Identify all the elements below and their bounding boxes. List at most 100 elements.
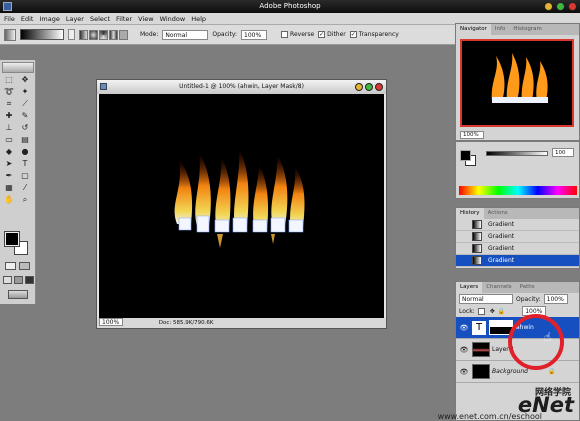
healing-brush-tool-icon[interactable]: ✚ bbox=[3, 111, 15, 120]
hand-tool-icon[interactable]: ✋ bbox=[3, 195, 15, 204]
menu-filter[interactable]: Filter bbox=[116, 15, 132, 23]
brush-tool-icon[interactable]: ✎ bbox=[19, 111, 31, 120]
color-value-field[interactable]: 100 bbox=[552, 148, 574, 157]
path-selection-tool-icon[interactable]: ➤ bbox=[3, 159, 15, 168]
menu-file[interactable]: File bbox=[4, 15, 15, 23]
history-item-selected[interactable]: Gradient bbox=[456, 255, 579, 267]
navigator-zoom-field[interactable]: 100% bbox=[460, 131, 484, 139]
color-spectrum-ramp[interactable] bbox=[459, 186, 577, 195]
document-canvas[interactable] bbox=[99, 94, 384, 319]
screen-mode-icon[interactable] bbox=[3, 276, 12, 284]
gradient-history-icon bbox=[472, 220, 482, 229]
document-titlebar[interactable]: Untitled-1 @ 100% (ahwin, Layer Mask/8) bbox=[97, 80, 386, 94]
layer-blend-mode-select[interactable]: Normal bbox=[459, 294, 513, 304]
toolbox: ⬚ ✥ ➰ ✦ ⌗ ⟋ ✚ ✎ ⊥ ↺ ▭ ▤ ◆ ● ➤ T ✒ ▢ ▦ ⁄ … bbox=[0, 60, 36, 304]
opacity-field[interactable]: 100% bbox=[241, 29, 268, 40]
blur-tool-icon[interactable]: ◆ bbox=[3, 147, 15, 156]
fire-text-artwork bbox=[174, 148, 305, 248]
move-tool-icon[interactable]: ✥ bbox=[19, 75, 31, 84]
notes-tool-icon[interactable]: ▦ bbox=[3, 183, 15, 192]
gradient-tool-button-icon[interactable]: ▤ bbox=[19, 135, 31, 144]
history-item-label: Gradient bbox=[488, 245, 515, 252]
reverse-checkbox[interactable] bbox=[281, 31, 289, 38]
dither-checkbox[interactable]: ✓ bbox=[318, 31, 326, 38]
history-item[interactable]: Gradient bbox=[456, 219, 579, 231]
menu-select[interactable]: Select bbox=[90, 15, 110, 23]
doc-minimize-button[interactable] bbox=[355, 83, 363, 91]
minimize-button[interactable] bbox=[544, 2, 553, 11]
marquee-tool-icon[interactable]: ⬚ bbox=[3, 75, 15, 84]
angle-gradient-icon[interactable] bbox=[99, 29, 108, 40]
eyedropper-tool-icon[interactable]: ⁄ bbox=[19, 183, 31, 192]
visibility-eye-icon[interactable]: 👁 bbox=[459, 323, 469, 333]
color-slider-track[interactable] bbox=[486, 151, 548, 156]
diamond-gradient-icon[interactable] bbox=[119, 29, 128, 40]
quick-mask-mode-icon[interactable] bbox=[19, 262, 30, 270]
layer-opacity-field[interactable]: 100% bbox=[543, 294, 568, 304]
full-screen-black-icon[interactable] bbox=[25, 276, 34, 284]
history-item[interactable]: Gradient bbox=[456, 243, 579, 255]
visibility-eye-icon[interactable]: 👁 bbox=[459, 345, 469, 355]
menu-window[interactable]: Window bbox=[160, 15, 186, 23]
app-title: Adobe Photoshop bbox=[259, 2, 321, 10]
doc-maximize-button[interactable] bbox=[365, 83, 373, 91]
lock-transparency-checkbox[interactable] bbox=[477, 307, 485, 315]
magic-wand-tool-icon[interactable]: ✦ bbox=[19, 87, 31, 96]
menu-layer[interactable]: Layer bbox=[66, 15, 84, 23]
zoom-tool-icon[interactable]: ⌕ bbox=[19, 195, 31, 204]
menu-help[interactable]: Help bbox=[191, 15, 206, 23]
layer-row-background[interactable]: 👁 Background 🔒 bbox=[456, 361, 579, 383]
eraser-tool-icon[interactable]: ▭ bbox=[3, 135, 15, 144]
tab-channels[interactable]: Channels bbox=[482, 282, 515, 293]
pen-tool-icon[interactable]: ✒ bbox=[3, 171, 15, 180]
navigator-tabs: Navigator Info Histogram bbox=[456, 24, 579, 35]
linear-gradient-icon[interactable] bbox=[79, 29, 88, 40]
reflected-gradient-icon[interactable] bbox=[109, 29, 118, 40]
navigator-thumbnail bbox=[491, 53, 548, 103]
doc-close-button[interactable] bbox=[375, 83, 383, 91]
lock-move-icon[interactable]: ✥ bbox=[490, 308, 495, 315]
tab-navigator[interactable]: Navigator bbox=[456, 24, 491, 35]
gradient-dropdown-arrow[interactable] bbox=[68, 29, 75, 40]
window-controls bbox=[544, 2, 577, 11]
lasso-tool-icon[interactable]: ➰ bbox=[3, 87, 15, 96]
menu-view[interactable]: View bbox=[138, 15, 153, 23]
color-foreground-swatch[interactable] bbox=[460, 150, 471, 161]
gradient-history-icon bbox=[472, 232, 482, 241]
visibility-eye-icon[interactable]: 👁 bbox=[459, 367, 469, 377]
history-brush-tool-icon[interactable]: ↺ bbox=[19, 123, 31, 132]
type-tool-icon[interactable]: T bbox=[19, 159, 31, 168]
jump-to-imageready-icon[interactable] bbox=[8, 290, 28, 299]
slice-tool-icon[interactable]: ⟋ bbox=[19, 99, 31, 108]
app-titlebar: Adobe Photoshop bbox=[0, 0, 580, 13]
menu-edit[interactable]: Edit bbox=[21, 15, 34, 23]
tab-layers[interactable]: Layers bbox=[456, 282, 483, 293]
close-button[interactable] bbox=[568, 2, 577, 11]
watermark-url: www.enet.com.cn/eschool bbox=[437, 412, 542, 421]
tab-info[interactable]: Info bbox=[491, 24, 509, 35]
dodge-tool-icon[interactable]: ● bbox=[19, 147, 31, 156]
mode-select[interactable]: Normal bbox=[162, 29, 209, 40]
quick-mask-icon[interactable] bbox=[5, 262, 16, 270]
navigator-preview[interactable] bbox=[460, 39, 574, 127]
tab-actions[interactable]: Actions bbox=[484, 208, 512, 219]
doc-info[interactable]: Doc: 585.9K/790.6K bbox=[159, 320, 214, 326]
gradient-picker[interactable] bbox=[20, 29, 64, 40]
full-screen-mode-icon[interactable] bbox=[14, 276, 23, 284]
tab-history[interactable]: History bbox=[456, 208, 484, 219]
transparency-checkbox[interactable]: ✓ bbox=[349, 31, 357, 38]
radial-gradient-icon[interactable] bbox=[89, 29, 98, 40]
history-item[interactable]: Gradient bbox=[456, 231, 579, 243]
maximize-button[interactable] bbox=[556, 2, 565, 11]
gradient-history-icon bbox=[472, 256, 482, 265]
shape-tool-icon[interactable]: ▢ bbox=[19, 171, 31, 180]
zoom-field[interactable]: 100% bbox=[99, 318, 123, 326]
menu-image[interactable]: Image bbox=[39, 15, 59, 23]
gradient-tool-icon[interactable] bbox=[4, 28, 16, 41]
tab-histogram[interactable]: Histogram bbox=[509, 24, 546, 35]
crop-tool-icon[interactable]: ⌗ bbox=[3, 99, 15, 108]
clone-stamp-tool-icon[interactable]: ⊥ bbox=[3, 123, 15, 132]
lock-all-icon[interactable]: 🔒 bbox=[498, 308, 505, 315]
tab-paths[interactable]: Paths bbox=[516, 282, 539, 293]
foreground-color-swatch[interactable] bbox=[4, 231, 20, 247]
